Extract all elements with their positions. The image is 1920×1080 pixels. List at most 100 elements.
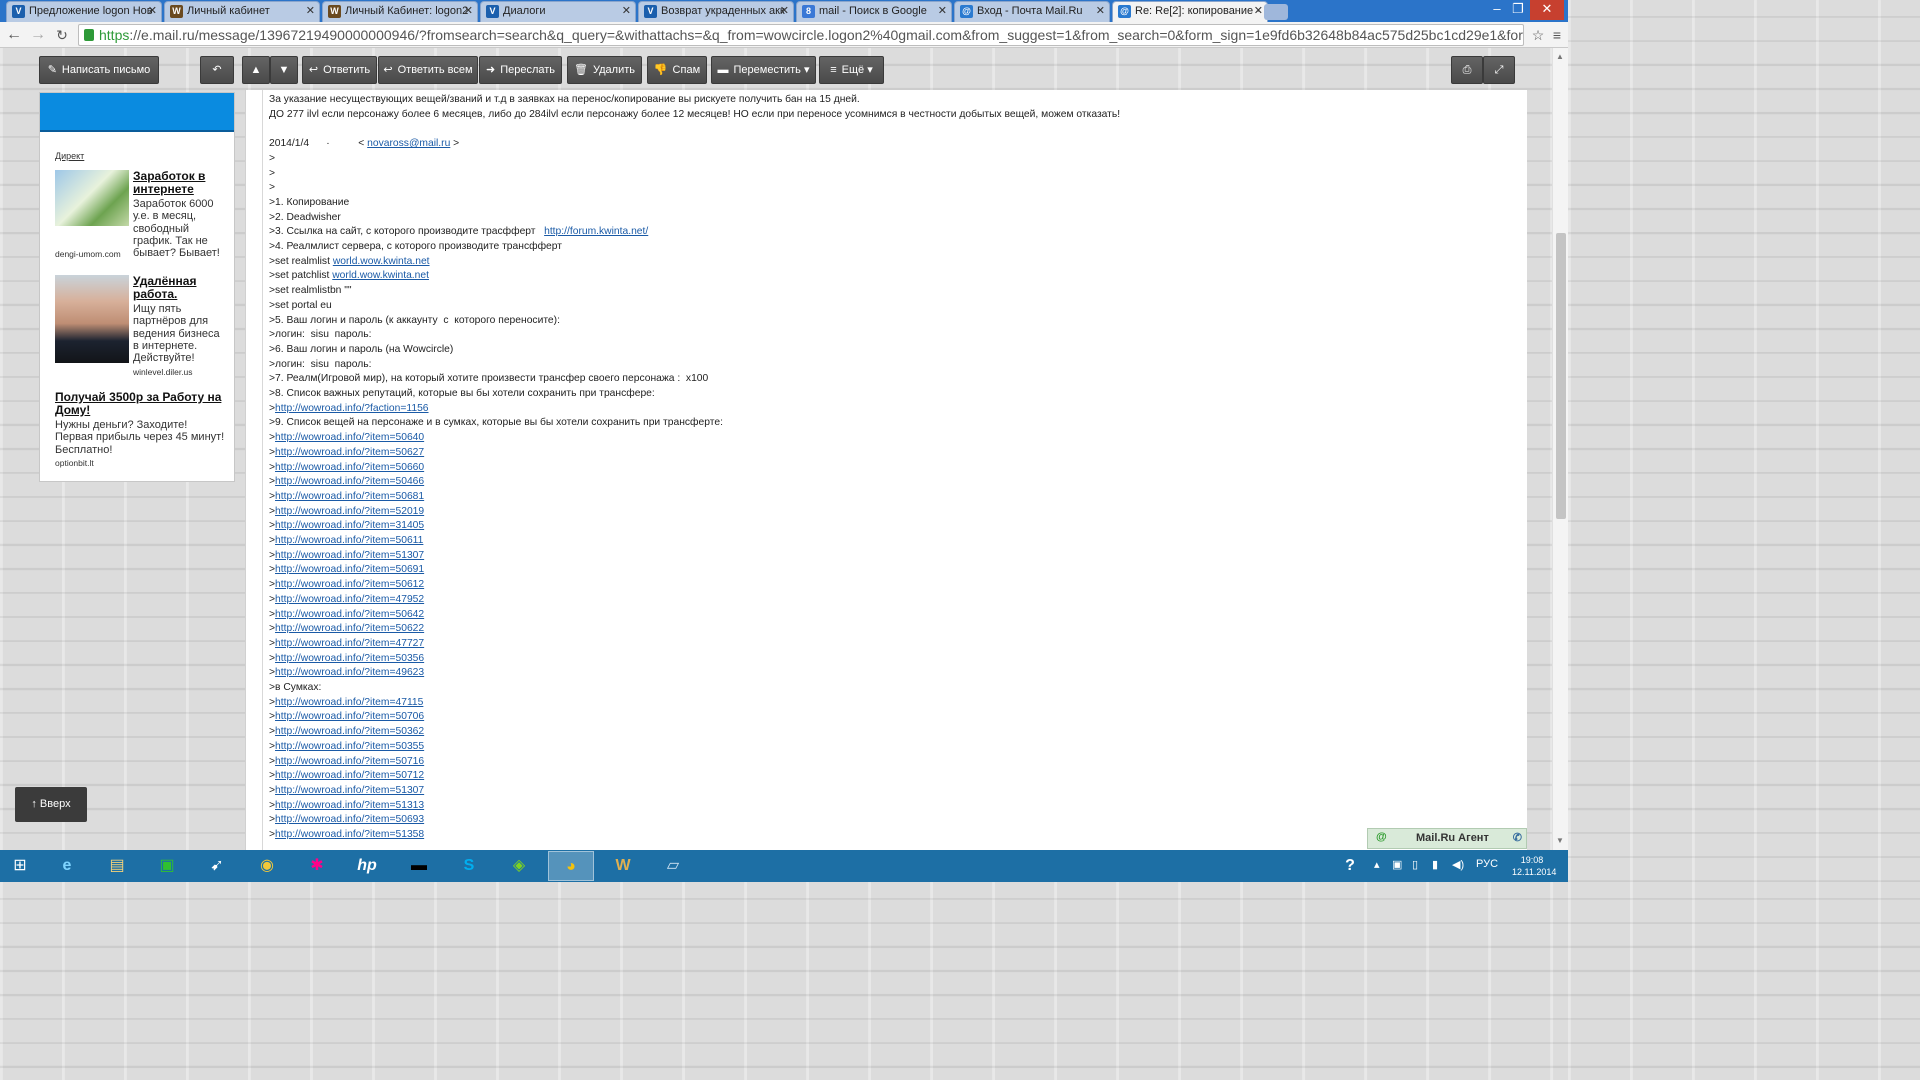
- tab-close-icon[interactable]: ✕: [622, 4, 631, 17]
- message-link[interactable]: http://wowroad.info/?item=50681: [275, 491, 424, 502]
- message-link[interactable]: http://wowroad.info/?item=47952: [275, 594, 424, 605]
- phone-icon[interactable]: ✆: [1513, 831, 1522, 844]
- media-icon[interactable]: ◉: [244, 851, 290, 881]
- message-link[interactable]: http://wowroad.info/?item=50356: [275, 653, 424, 664]
- message-link[interactable]: http://wowroad.info/?item=51358: [275, 829, 424, 840]
- message-link[interactable]: http://wowroad.info/?item=52019: [275, 506, 424, 517]
- language-indicator[interactable]: РУС: [1476, 858, 1498, 870]
- tab-close-icon[interactable]: ✕: [306, 4, 315, 17]
- compose-button[interactable]: ✎ Написать письмо: [39, 56, 159, 84]
- tab-close-icon[interactable]: ✕: [1096, 4, 1105, 17]
- maximize-icon[interactable]: ❐: [1508, 0, 1528, 20]
- page-scrollbar[interactable]: ▲ ▼: [1552, 48, 1568, 850]
- message-link[interactable]: http://wowroad.info/?item=50466: [275, 476, 424, 487]
- store-icon[interactable]: ▣: [144, 851, 190, 881]
- minimize-icon[interactable]: –: [1486, 0, 1508, 20]
- window-app-icon[interactable]: ▱: [650, 851, 696, 881]
- reply-all-button[interactable]: ↩ Ответить всем: [378, 56, 478, 84]
- message-link[interactable]: http://wowroad.info/?item=49623: [275, 667, 424, 678]
- message-link[interactable]: http://wowroad.info/?item=50640: [275, 432, 424, 443]
- mailru-agent-widget[interactable]: @ Mail.Ru Агент ✆: [1367, 828, 1527, 849]
- message-link[interactable]: http://wowroad.info/?item=51307: [275, 785, 424, 796]
- forward-button[interactable]: ➜ Переслать: [479, 56, 562, 84]
- browser-tab[interactable]: V Возврат украденных акк ✕: [638, 1, 794, 22]
- chrome-icon[interactable]: ◕: [548, 851, 594, 881]
- undo-button[interactable]: ↶: [200, 56, 234, 84]
- tray-device-icon[interactable]: ▯: [1412, 858, 1418, 871]
- direct-link[interactable]: Директ: [55, 151, 84, 161]
- tab-close-icon[interactable]: ✕: [1254, 4, 1263, 17]
- skype-icon[interactable]: S: [446, 851, 492, 881]
- browser-tab[interactable]: V Предложение logon Нов ✕: [6, 1, 162, 22]
- fullscreen-button[interactable]: ⤢: [1483, 56, 1515, 84]
- message-link[interactable]: http://wowroad.info/?item=50627: [275, 447, 424, 458]
- photo-app-icon[interactable]: ✱: [294, 851, 340, 881]
- tray-expand-icon[interactable]: ▴: [1374, 858, 1380, 871]
- next-message-button[interactable]: ▼: [270, 56, 298, 84]
- wow-icon[interactable]: W: [600, 851, 646, 881]
- move-button[interactable]: ▬ Переместить ▾: [711, 56, 816, 84]
- message-link[interactable]: http://wowroad.info/?item=50706: [275, 711, 424, 722]
- volume-icon[interactable]: ◀): [1452, 858, 1464, 871]
- message-link[interactable]: http://wowroad.info/?item=50622: [275, 623, 424, 634]
- print-button[interactable]: ⎙: [1451, 56, 1483, 84]
- close-window-icon[interactable]: ✕: [1530, 0, 1564, 20]
- ad-item[interactable]: Заработок в интернете Заработок 6000 у.е…: [55, 170, 225, 262]
- ad-item[interactable]: Удалённая работа. Ищу пять партнёров для…: [55, 275, 225, 380]
- browser-tab[interactable]: @ Re: Re[2]: копирование - ✕: [1112, 1, 1268, 22]
- menu-icon[interactable]: ≡: [1547, 25, 1567, 45]
- message-link[interactable]: http://wowroad.info/?item=51313: [275, 800, 424, 811]
- agent-app-icon[interactable]: ◈: [496, 851, 542, 881]
- message-link[interactable]: http://wowroad.info/?item=47115: [275, 697, 423, 708]
- scroll-down-icon[interactable]: ▼: [1556, 836, 1564, 845]
- message-link[interactable]: http://wowroad.info/?item=50691: [275, 564, 424, 575]
- ad-item[interactable]: Получай 3500р за Работу на Дому! Нужны д…: [55, 391, 225, 471]
- message-link[interactable]: http://wowroad.info/?item=50712: [275, 770, 424, 781]
- message-link[interactable]: http://forum.kwinta.net/: [544, 226, 648, 237]
- tray-app-icon[interactable]: ▣: [1392, 858, 1402, 871]
- message-link[interactable]: world.wow.kwinta.net: [332, 270, 429, 281]
- message-link[interactable]: http://wowroad.info/?item=50355: [275, 741, 424, 752]
- ie-icon[interactable]: e: [44, 851, 90, 881]
- delete-button[interactable]: 🗑 Удалить: [567, 56, 642, 84]
- browser-tab[interactable]: W Личный Кабинет: logon2 ✕: [322, 1, 478, 22]
- help-icon[interactable]: ?: [1332, 851, 1368, 881]
- message-link[interactable]: http://wowroad.info/?faction=1156: [275, 403, 429, 414]
- bookmark-star-icon[interactable]: ☆: [1528, 25, 1548, 45]
- reload-icon[interactable]: ↻: [52, 25, 72, 45]
- message-link[interactable]: http://wowroad.info/?item=47727: [275, 638, 424, 649]
- browser-tab[interactable]: 8 mail - Поиск в Google ✕: [796, 1, 952, 22]
- scroll-up-icon[interactable]: ▲: [1556, 52, 1564, 61]
- browser-tab[interactable]: W Личный кабинет ✕: [164, 1, 320, 22]
- scrollbar-thumb[interactable]: [1556, 233, 1566, 519]
- message-link[interactable]: novaross@mail.ru: [367, 138, 450, 149]
- app-rocket-icon[interactable]: ➹: [194, 851, 240, 881]
- terminal-icon[interactable]: ▬: [396, 851, 442, 881]
- forward-icon[interactable]: →: [28, 25, 48, 45]
- back-icon[interactable]: ←: [4, 25, 24, 45]
- more-button[interactable]: ≡ Ещё ▾: [819, 56, 884, 84]
- network-icon[interactable]: ▮: [1432, 858, 1438, 871]
- url-field[interactable]: https://e.mail.ru/message/13967219490000…: [78, 24, 1524, 46]
- spam-button[interactable]: 👎 Спам: [647, 56, 707, 84]
- message-link[interactable]: http://wowroad.info/?item=51307: [275, 550, 424, 561]
- hp-icon[interactable]: hp: [344, 851, 390, 881]
- tab-close-icon[interactable]: ✕: [464, 4, 473, 17]
- system-clock[interactable]: 19:08 12.11.2014: [1512, 854, 1556, 878]
- new-tab-button[interactable]: [1264, 4, 1288, 20]
- browser-tab[interactable]: V Диалоги ✕: [480, 1, 636, 22]
- prev-message-button[interactable]: ▲: [242, 56, 270, 84]
- message-link[interactable]: http://wowroad.info/?item=31405: [275, 520, 424, 531]
- message-link[interactable]: http://wowroad.info/?item=50611: [275, 535, 423, 546]
- tab-close-icon[interactable]: ✕: [148, 4, 157, 17]
- tab-close-icon[interactable]: ✕: [938, 4, 947, 17]
- message-link[interactable]: world.wow.kwinta.net: [333, 256, 430, 267]
- scroll-top-button[interactable]: ↑ Вверх: [15, 787, 87, 822]
- message-link[interactable]: http://wowroad.info/?item=50660: [275, 462, 424, 473]
- message-link[interactable]: http://wowroad.info/?item=50612: [275, 579, 424, 590]
- start-button[interactable]: ⊞: [0, 851, 40, 881]
- tab-close-icon[interactable]: ✕: [780, 4, 789, 17]
- browser-tab[interactable]: @ Вход - Почта Mail.Ru ✕: [954, 1, 1110, 22]
- message-link[interactable]: http://wowroad.info/?item=50642: [275, 609, 424, 620]
- message-link[interactable]: http://wowroad.info/?item=50362: [275, 726, 424, 737]
